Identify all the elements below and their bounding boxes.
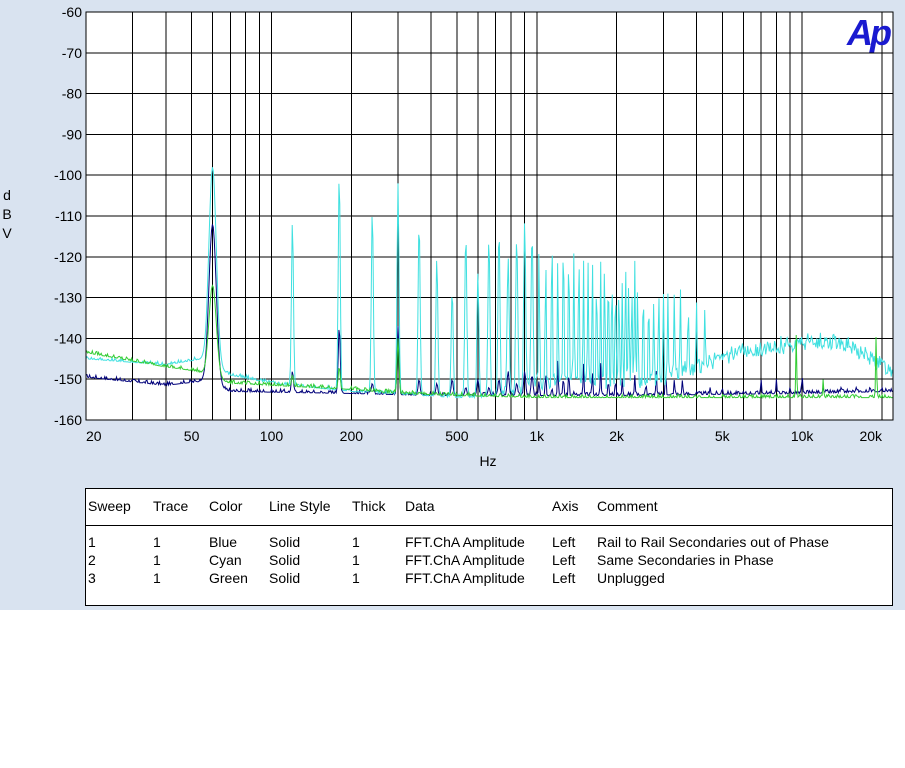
y-tick-label: -160 <box>54 412 82 428</box>
cell-line-style: Solid <box>269 552 301 568</box>
cell-thick: 1 <box>352 570 360 586</box>
legend-row: 3 1 Green Solid 1 FFT.ChA Amplitude Left… <box>86 570 892 588</box>
x-tick-label: 200 <box>340 428 364 444</box>
legend-row: 2 1 Cyan Solid 1 FFT.ChA Amplitude Left … <box>86 552 892 570</box>
y-axis-label: dBV <box>2 187 12 241</box>
header-line-style: Line Style <box>269 498 331 514</box>
cell-thick: 1 <box>352 534 360 550</box>
cell-data: FFT.ChA Amplitude <box>405 552 525 568</box>
ap-logo: Ap <box>846 12 891 53</box>
cell-axis: Left <box>552 534 576 550</box>
x-tick-label: 20k <box>859 428 883 444</box>
x-tick-label: 2k <box>609 428 625 444</box>
cell-line-style: Solid <box>269 570 301 586</box>
y-tick-label: -110 <box>55 208 82 224</box>
y-tick-label: -150 <box>54 371 82 387</box>
x-tick-label: 5k <box>715 428 731 444</box>
cell-trace: 1 <box>153 534 161 550</box>
header-comment: Comment <box>597 498 658 514</box>
header-data: Data <box>405 498 435 514</box>
cell-axis: Left <box>552 570 576 586</box>
y-tick-label: -140 <box>54 330 82 346</box>
y-tick-label: -70 <box>62 45 82 61</box>
x-tick-label: 10k <box>791 428 815 444</box>
y-tick-label: -80 <box>62 86 82 102</box>
legend-header-row: Sweep Trace Color Line Style Thick Data … <box>86 489 892 526</box>
chart-panel: -60 -70 -80 -90 -100 -110 -120 -130 -140 -150 -160… <box>0 0 905 610</box>
cell-sweep: 3 <box>88 570 96 586</box>
y-tick-label: -120 <box>54 249 82 265</box>
cell-sweep: 1 <box>88 534 96 550</box>
x-tick-label: 20 <box>86 428 102 444</box>
y-tick-label: -130 <box>54 290 82 306</box>
x-tick-label: 50 <box>184 428 200 444</box>
cell-data: FFT.ChA Amplitude <box>405 534 525 550</box>
legend-table: Sweep Trace Color Line Style Thick Data … <box>85 488 893 606</box>
cell-color: Blue <box>209 534 238 550</box>
cell-color: Green <box>209 570 248 586</box>
x-tick-labels: 20 50 100 200 500 1k 2k 5k 10k 20k <box>86 428 883 444</box>
legend-row: 1 1 Blue Solid 1 FFT.ChA Amplitude Left … <box>86 534 892 552</box>
cell-sweep: 2 <box>88 552 96 568</box>
cell-data: FFT.ChA Amplitude <box>405 570 525 586</box>
header-trace: Trace <box>153 498 189 514</box>
x-tick-label: 500 <box>445 428 469 444</box>
fft-chart: -60 -70 -80 -90 -100 -110 -120 -130 -140 -150 -160… <box>2 4 894 469</box>
x-tick-label: 100 <box>260 428 284 444</box>
y-tick-label: -90 <box>62 126 82 142</box>
cell-trace: 1 <box>153 570 161 586</box>
cell-axis: Left <box>552 552 576 568</box>
cell-comment: Rail to Rail Secondaries out of Phase <box>597 534 829 550</box>
cell-trace: 1 <box>153 552 161 568</box>
cell-thick: 1 <box>352 552 360 568</box>
x-axis-label: Hz <box>479 453 496 469</box>
header-color: Color <box>209 498 243 514</box>
header-axis: Axis <box>552 498 579 514</box>
cell-comment: Same Secondaries in Phase <box>597 552 774 568</box>
x-tick-label: 1k <box>529 428 545 444</box>
y-tick-label: -100 <box>54 167 82 183</box>
header-thick: Thick <box>352 498 386 514</box>
cell-line-style: Solid <box>269 534 301 550</box>
y-tick-labels: -60 -70 -80 -90 -100 -110 -120 -130 -140 -150 -160 <box>54 4 82 428</box>
y-tick-label: -60 <box>62 4 82 20</box>
cell-comment: Unplugged <box>597 570 665 586</box>
cell-color: Cyan <box>209 552 242 568</box>
header-sweep: Sweep <box>88 498 131 514</box>
